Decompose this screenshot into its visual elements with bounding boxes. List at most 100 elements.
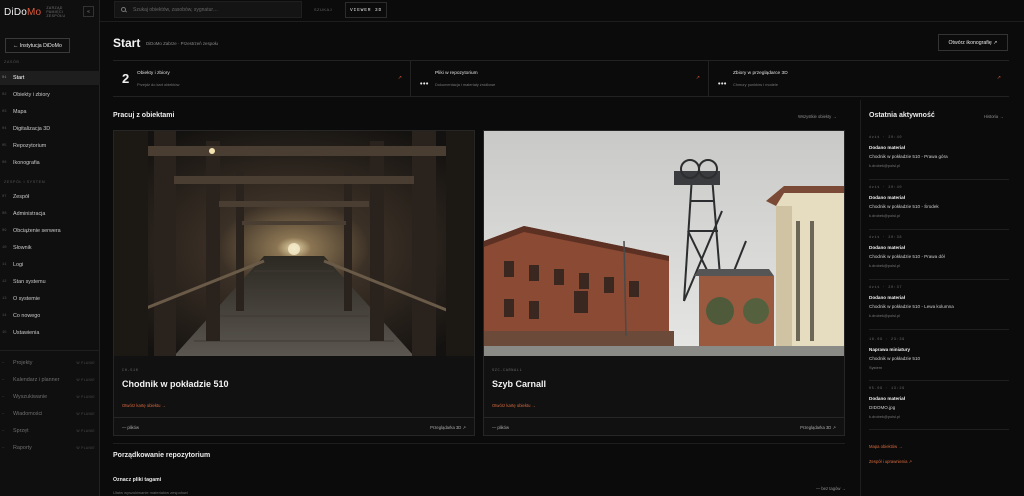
sidebar-item-map[interactable]: 03 Mapa [0,105,100,119]
sidebar-item-calendar[interactable]: — Kalendarz i planner W PLANIE [0,373,100,387]
activity-type: Dodano materiał [869,295,905,300]
work-section-title: Pracuj z obiektami [113,112,175,119]
activity-user: k.drobek@polsl.pl [869,163,900,168]
task-title: Oznacz pliki tagami [113,477,162,483]
stat-value: 2 [122,71,130,86]
object-card-szyb-carnall[interactable]: SZC-CARNALL Szyb Carnall Otwórz kartę ob… [483,130,845,436]
activity-user: System [869,365,882,370]
activity-type: Dodano materiał [869,396,905,401]
search-box[interactable] [114,1,302,18]
activity-item[interactable]: dziś · 20:40 Dodano materiał Chodnik w p… [869,136,1009,168]
activity-separator [869,279,1009,280]
sidebar-item-system-status[interactable]: 12 Stan systemu [0,275,100,289]
sidebar-item-digitalization[interactable]: 04 Digitalizacja 3D [0,122,100,136]
sidebar-item-logs[interactable]: 11 Logi [0,258,100,272]
collapse-sidebar-button[interactable]: « [83,6,94,17]
open-3d-viewer-link[interactable]: Przeglądarka 3D ↗ [430,425,466,430]
open-3d-viewer-link[interactable]: Przeglądarka 3D ↗ [800,425,836,430]
stat-subtitle: Chmury punktów i modele [733,82,778,87]
activity-time: dziś · 20:40 [869,136,903,140]
stat-objects[interactable]: 2 Obiekty i zbiory Przejdź do kart obiek… [113,61,411,97]
open-object-card-link[interactable]: Otwórz kartę obiektu → [122,403,166,408]
all-objects-link[interactable]: Wszystkie obiekty → [798,114,837,119]
stat-loading-dots: ••• [718,81,727,88]
stat-repository-files[interactable]: ••• Pliki w repozytorium Dokumentacja i … [411,61,709,97]
sidebar-item-equipment[interactable]: — Sprzęt W PLANIE [0,424,100,438]
topbar: SZUKAJ VIEWER 3D [100,0,1024,22]
sidebar-item-server-load[interactable]: 09 Obciążenie serwera [0,224,100,238]
sidebar-item-settings[interactable]: 15 Ustawienia [0,326,100,340]
open-object-card-link[interactable]: Otwórz kartę obiektu → [492,403,536,408]
sidebar-item-iconography[interactable]: 06 Ikonografia [0,156,100,170]
untagged-files-link[interactable]: — bez tagów → [816,486,846,491]
task-description: Ułatw wyszukiwanie materiałów zespołowi [113,490,188,495]
repo-section-title: Porządkowanie repozytorium [113,452,211,459]
activity-item[interactable]: 05.09 · 13:29 Dodano materiał DIDOMO.jpg… [869,387,1009,419]
open-iconography-button[interactable]: Otwórz ikonografię ↗ [938,34,1008,51]
external-arrow-icon: ↗ [996,75,1001,81]
sidebar-item-team[interactable]: 07 Zespół [0,190,100,204]
sidebar-divider [0,350,100,351]
search-input[interactable] [133,6,293,13]
activity-user: k.drobek@polsl.pl [869,313,900,318]
sidebar-item-whats-new[interactable]: 14 Co nowego [0,309,100,323]
activity-type: Dodano materiał [869,145,905,150]
sidebar-item-about[interactable]: 13 O systemie [0,292,100,306]
activity-item[interactable]: dziś · 20:37 Dodano materiał Chodnik w p… [869,286,1009,318]
activity-title-text: DIDOMO.jpg [869,405,896,410]
card-footer: — plików Przeglądarka 3D ↗ [114,417,474,436]
activity-user: k.drobek@polsl.pl [869,213,900,218]
planned-badge: W PLANIE [76,378,95,382]
sidebar-item-messages[interactable]: — Wiadomości W PLANIE [0,407,100,421]
viewer-3d-button[interactable]: VIEWER 3D [345,2,387,18]
activity-separator [869,429,1009,430]
object-photo-tunnel[interactable] [114,131,474,356]
sidebar-item-repository[interactable]: 05 Repozytorium [0,139,100,153]
card-footer: — plików Przeglądarka 3D ↗ [484,417,844,436]
breadcrumb: DiDoMo Zabrze · Przestrzeń zespołu [146,41,218,46]
planned-badge: W PLANIE [76,412,95,416]
activity-title-text: Chodnik w pokładzie 510 - Prawa dół [869,254,945,259]
team-permissions-link[interactable]: Zespół i uprawnienia ↗ [869,459,912,464]
sidebar-item-start[interactable]: 01 Start [0,71,100,85]
planned-badge: W PLANIE [76,446,95,450]
sidebar-item-projects[interactable]: — Projekty W PLANIE [0,356,100,370]
sidebar-item-administration[interactable]: 08 Administracja [0,207,100,221]
stat-3d-collections[interactable]: ••• Zbiory w przeglądarce 3D Chmury punk… [709,61,1009,97]
search-icon [121,7,126,12]
stat-title: Zbiory w przeglądarce 3D [733,71,788,76]
activity-item[interactable]: dziś · 20:40 Dodano materiał Chodnik w p… [869,186,1009,218]
object-card-ch510[interactable]: CH-510 Chodnik w pokładzie 510 Otwórz ka… [113,130,475,436]
external-arrow-icon: ↗ [397,75,402,81]
object-title: Szyb Carnall [492,379,547,389]
planned-badge: W PLANIE [76,361,95,365]
logo-subtitle: ZARZĄD PAMIĘCI ZESPOŁU [46,6,66,18]
activity-user: k.drobek@polsl.pl [869,414,900,419]
history-link[interactable]: Historia → [984,114,1004,119]
sidebar-item-reports[interactable]: — Raporty W PLANIE [0,441,100,455]
objects-map-link[interactable]: Mapa obiektów → [869,444,903,449]
object-code: SZC-CARNALL [492,369,523,373]
activity-title-text: Chodnik w pokładzie 510 [869,356,921,361]
activity-separator [869,229,1009,230]
activity-time: 05.09 · 13:29 [869,387,905,391]
stat-subtitle: Przejdź do kart obiektów [137,82,180,87]
activity-title-text: Chodnik w pokładzie 510 - Środek [869,204,939,209]
institution-button[interactable]: ← Instytucja DiDoMo [5,38,70,53]
activity-time: 16.09 · 23:39 [869,338,905,342]
object-photo-shaft[interactable] [484,131,844,356]
activity-item[interactable]: 16.09 · 23:39 Naprawa miniatury Chodnik … [869,338,1009,370]
page-title: Start [113,36,141,50]
sidebar-item-search[interactable]: — Wyszukiwanie W PLANIE [0,390,100,404]
activity-item[interactable]: dziś · 20:38 Dodano materiał Chodnik w p… [869,236,1009,268]
sidebar-item-objects[interactable]: 02 Obiekty i zbiory [0,88,100,102]
sidebar-item-dictionary[interactable]: 10 Słownik [0,241,100,255]
brand[interactable]: DiDoMo ZARZĄD PAMIĘCI ZESPOŁU [4,4,65,20]
search-button[interactable]: SZUKAJ [308,3,338,16]
file-count[interactable]: — plików [122,425,139,430]
stat-loading-dots: ••• [420,81,429,88]
activity-time: dziś · 20:40 [869,186,903,190]
activity-type: Dodano materiał [869,195,905,200]
file-count[interactable]: — plików [492,425,509,430]
stat-subtitle: Dokumentacja i materiały źródłowe [435,82,496,87]
